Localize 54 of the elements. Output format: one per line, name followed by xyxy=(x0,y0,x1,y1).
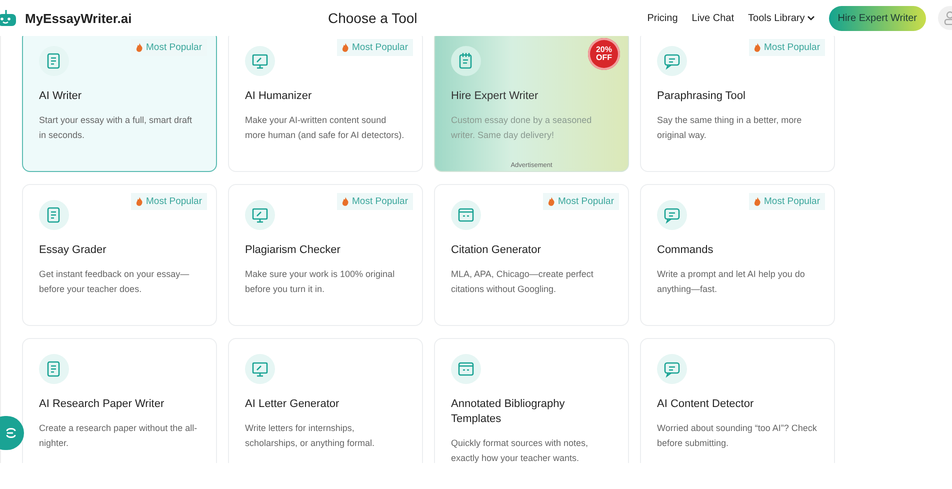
tool-card[interactable]: Most Popular Plagiarism Checker Make sure your work is 100% original before you turn it in. xyxy=(228,184,423,326)
card-title: Paraphrasing Tool xyxy=(657,89,746,104)
card-title: Annotated Bibliography Templates xyxy=(451,397,566,427)
chat-icon xyxy=(4,426,18,440)
popular-badge: Most Popular xyxy=(749,193,825,210)
card-description: Make sure your work is 100% original before you turn it in. xyxy=(245,268,396,296)
tool-card[interactable]: Most Popular Citation Generator MLA, APA, Chicago—create perfect citations without Googling. xyxy=(434,184,629,326)
nav-link[interactable]: Pricing xyxy=(647,12,678,24)
card-description: Write a prompt and let AI help you do anything—fast. xyxy=(657,268,806,296)
tool-card[interactable]: Most Popular AI Writer Start your essay with a full, smart draft in seconds. xyxy=(22,36,217,172)
nav-dropdown[interactable]: Tools Library xyxy=(748,12,815,24)
tool-card[interactable]: AI Letter Generator Write letters for internships, scholarships, or anything formal. xyxy=(228,338,423,463)
popular-badge: Most Popular xyxy=(131,193,207,210)
popular-badge: Most Popular xyxy=(543,193,619,210)
card-description: Write letters for internships, scholarships, or anything formal. xyxy=(245,422,376,450)
popular-badge: Most Popular xyxy=(337,39,413,56)
card-title: AI Humanizer xyxy=(245,89,313,104)
card-title: AI Letter Generator xyxy=(245,397,340,412)
card-title: AI Content Detector xyxy=(657,397,755,412)
logo-text[interactable]: MyEssayWriter.ai xyxy=(25,10,132,26)
tool-card[interactable]: Annotated Bibliography Templates Quickly format sources with notes, exactly how your teacher wants. xyxy=(434,338,629,463)
card-title: AI Research Paper Writer xyxy=(39,397,166,412)
card-description: Say the same thing in a better, more original way. xyxy=(657,114,803,142)
card-title: Commands xyxy=(657,243,714,258)
card-description: Worried about sounding “too AI”? Check before submitting. xyxy=(657,422,818,450)
card-description: Create a research paper without the all-nighter. xyxy=(39,422,198,450)
hire-button[interactable]: Hire Expert Writer xyxy=(828,6,926,30)
tool-card[interactable]: Most Popular Commands Write a prompt and let AI help you do anything—fast. xyxy=(640,184,835,326)
card-description: Custom essay done by a seasoned writer. Same day delivery! xyxy=(451,114,593,142)
card-description: Make your AI-written content sound more human (and safe for AI detectors). xyxy=(245,114,406,142)
card-description: Get instant feedback on your essay—before your teacher does. xyxy=(39,268,190,296)
browser-quote-icon xyxy=(451,200,481,230)
page-title: Choose a Tool xyxy=(328,10,418,26)
tool-card[interactable]: AI Research Paper Writer Create a research paper without the all-nighter. xyxy=(22,338,217,463)
clipboard-icon xyxy=(451,46,481,76)
tool-card[interactable]: Most Popular Essay Grader Get instant feedback on your essay—before your teacher does. xyxy=(22,184,217,326)
card-title: Hire Expert Writer xyxy=(451,89,540,104)
popular-badge: Most Popular xyxy=(749,39,825,56)
card-title: AI Writer xyxy=(39,89,83,104)
monitor-icon xyxy=(245,46,275,76)
popular-badge: Most Popular xyxy=(337,193,413,210)
card-description: Start your essay with a full, smart draft in seconds. xyxy=(39,114,194,142)
tool-card[interactable]: AI Content Detector Worried about sounding “too AI”? Check before submitting. xyxy=(640,338,835,463)
chevron-icon xyxy=(806,15,815,21)
card-title: Plagiarism Checker xyxy=(245,243,342,258)
nav-link[interactable]: Live Chat xyxy=(692,12,734,24)
card-description: MLA, APA, Chicago—create perfect citations without Googling. xyxy=(451,268,594,296)
discount-badge: 20% OFF xyxy=(588,38,620,70)
chat-icon xyxy=(657,46,687,76)
card-title: Essay Grader xyxy=(39,243,108,258)
card-title: Citation Generator xyxy=(451,243,542,258)
tool-card[interactable]: Most Popular Paraphrasing Tool Say the same thing in a better, more original way. xyxy=(640,36,835,172)
tool-card[interactable]: Most Popular AI Humanizer Make your AI-written content sound more human (and safe for AI detectors). xyxy=(228,36,423,172)
card-description: Quickly format sources with notes, exactly how your teacher wants. xyxy=(451,437,590,463)
